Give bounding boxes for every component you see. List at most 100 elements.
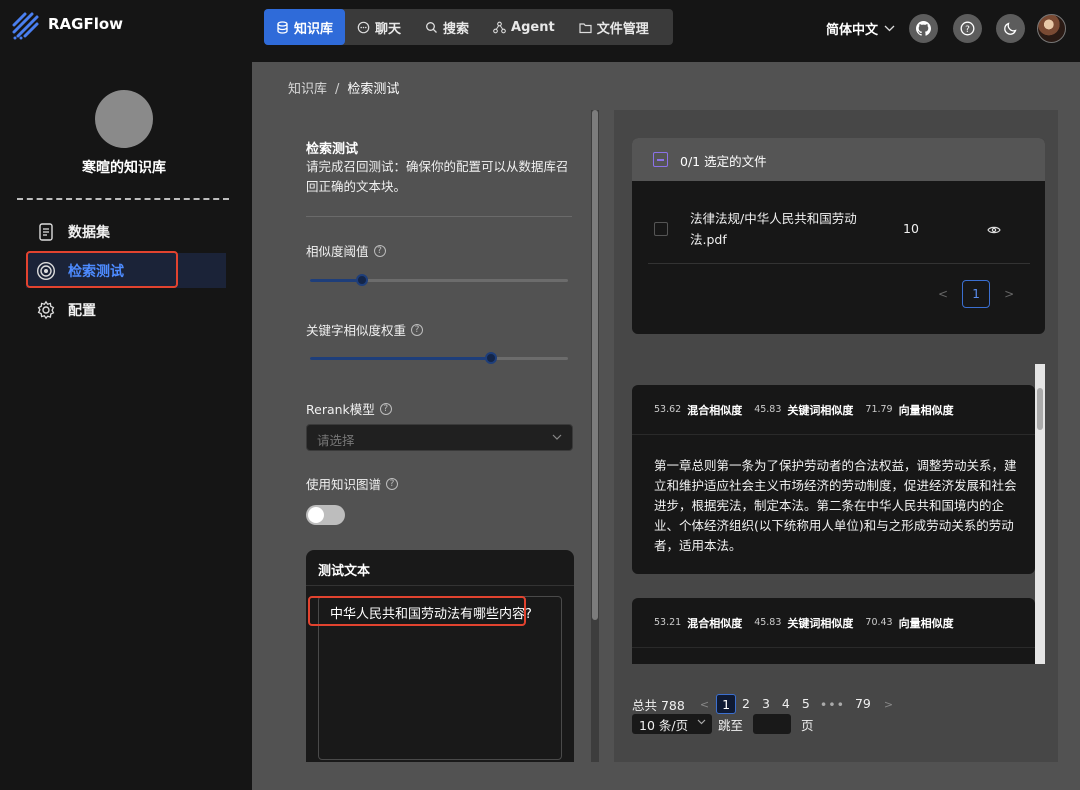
breadcrumb-separator: / (335, 82, 340, 97)
selected-files-card: 0/1 选定的文件 法律法规/中华人民共和国劳动法.pdf 10 < 1 > (632, 138, 1045, 334)
test-text-value: 中华人民共和国劳动法有哪些内容? (330, 607, 532, 622)
nav-search[interactable]: 搜索 (413, 9, 481, 45)
next-page-icon[interactable]: > (884, 698, 893, 711)
next-page-icon[interactable]: > (1004, 287, 1014, 301)
nav-label: Agent (511, 19, 555, 35)
select-placeholder: 请选择 (317, 433, 355, 448)
github-button[interactable] (909, 14, 938, 43)
chat-icon (357, 21, 370, 33)
top-header: RAGFlow 知识库 聊天 搜索 Agent 文件管理 简体中文 ? (0, 0, 1080, 62)
document-icon (39, 222, 53, 241)
select-all-checkbox[interactable] (653, 152, 668, 167)
chunk-text: 第一章总则第一条为了保护劳动者的合法权益，调整劳动关系，建立和维护适应社会主义市… (654, 458, 1017, 553)
theme-toggle-button[interactable] (996, 14, 1025, 43)
total-count: 总共 788 (632, 697, 685, 713)
app-name: RAGFlow (48, 15, 124, 33)
chevron-down-icon (884, 25, 895, 32)
agent-graph-icon (493, 21, 506, 33)
sidebar-divider (17, 198, 229, 200)
sidebar-item-label: 检索测试 (68, 263, 124, 280)
test-text-card: 测试文本 中华人民共和国劳动法有哪些内容? (306, 550, 574, 762)
chevron-down-icon (552, 434, 562, 440)
similarity-threshold-label: 相似度阈值 ? (306, 241, 386, 260)
file-name: 法律法规/中华人民共和国劳动法.pdf (690, 211, 857, 247)
vector-score-label: 向量相似度 (898, 616, 954, 630)
nav-knowledge-base[interactable]: 知识库 (264, 9, 346, 45)
jump-page-input[interactable] (753, 714, 792, 734)
prev-page-icon[interactable]: < (938, 287, 948, 301)
panel-description: 请完成召回测试：确保你的配置可以从数据库召回正确的文本块。 (306, 159, 569, 194)
page-1[interactable]: 1 (716, 694, 737, 714)
knowledge-graph-toggle[interactable] (306, 505, 345, 525)
jump-label: 跳至 (718, 717, 744, 733)
help-icon[interactable]: ? (373, 244, 386, 257)
knowledge-base-name: 寒暄的知识库 (82, 160, 166, 176)
panel-divider (306, 216, 572, 217)
nav-chat[interactable]: 聊天 (345, 9, 413, 45)
help-icon[interactable]: ? (386, 477, 399, 490)
help-icon[interactable]: ? (379, 402, 392, 415)
breadcrumb-current: 检索测试 (347, 82, 400, 97)
nav-agent[interactable]: Agent (481, 9, 567, 45)
prev-page-icon[interactable]: < (700, 698, 709, 711)
svg-text:?: ? (965, 25, 970, 35)
page-2[interactable]: 2 (736, 694, 756, 714)
page-button[interactable]: 1 (962, 280, 991, 308)
sidebar-item-configuration[interactable]: 配置 (26, 292, 226, 327)
sidebar: 寒暄的知识库 数据集 检索测试 配置 (0, 62, 252, 790)
database-icon (277, 20, 288, 34)
help-button[interactable]: ? (953, 14, 982, 43)
hybrid-score: 53.62 (654, 404, 682, 415)
page-size-select[interactable]: 10 条/页 (632, 714, 712, 734)
language-label: 简体中文 (826, 23, 879, 38)
chunk-scores: 53.62 混合相似度 45.83 关键词相似度 71.79 向量相似度 (632, 385, 1035, 435)
page-size-value: 10 条/页 (639, 718, 689, 733)
result-chunk-card[interactable]: 53.62 混合相似度 45.83 关键词相似度 71.79 向量相似度 第一章… (632, 385, 1035, 574)
result-chunk-card[interactable]: 53.21 混合相似度 45.83 关键词相似度 70.43 向量相似度 (632, 598, 1035, 664)
vector-score: 70.43 (865, 617, 893, 628)
sidebar-item-retrieval-testing[interactable]: 检索测试 (26, 253, 226, 288)
page-5[interactable]: 5 (796, 694, 816, 714)
retrieval-settings-panel: 检索测试 请完成召回测试：确保你的配置可以从数据库召回正确的文本块。 相似度阈值… (288, 110, 586, 762)
help-icon[interactable]: ? (411, 323, 424, 336)
language-selector[interactable]: 简体中文 (826, 19, 895, 38)
page-3[interactable]: 3 (756, 694, 776, 714)
field-label-text: 相似度阈值 (306, 244, 369, 259)
similarity-threshold-slider[interactable] (310, 274, 568, 286)
test-text-input[interactable]: 中华人民共和国劳动法有哪些内容? (318, 596, 562, 760)
folder-icon (579, 22, 592, 33)
main-content: 知识库 / 检索测试 检索测试 请完成召回测试：确保你的配置可以从数据库召回正确的文… (252, 62, 1080, 790)
ragflow-logo-icon[interactable] (12, 12, 40, 40)
moon-icon (1004, 22, 1017, 35)
nav-label: 文件管理 (596, 21, 649, 37)
file-hit-count: 10 (903, 221, 919, 236)
hybrid-score: 53.21 (654, 617, 682, 628)
eye-icon[interactable] (987, 225, 1001, 235)
rerank-model-select[interactable]: 请选择 (306, 424, 573, 451)
hybrid-score-label: 混合相似度 (687, 403, 743, 417)
results-scrollbar[interactable] (1035, 364, 1045, 664)
card-divider (306, 585, 574, 586)
page-last[interactable]: 79 (849, 694, 877, 714)
page-ellipsis[interactable]: ••• (820, 697, 845, 712)
settings-scrollbar[interactable] (591, 110, 599, 762)
results-pagination: 总共 788 < 1 2 3 4 5 ••• 79 > (632, 694, 900, 714)
scrollbar-thumb[interactable] (1037, 388, 1043, 430)
sidebar-item-label: 配置 (68, 302, 96, 319)
keyword-weight-slider[interactable] (310, 352, 568, 364)
file-checkbox[interactable] (654, 222, 668, 236)
slider-handle[interactable] (356, 274, 368, 286)
chunk-scores: 53.21 混合相似度 45.83 关键词相似度 70.43 向量相似度 (632, 598, 1035, 648)
selected-files-header: 0/1 选定的文件 (632, 138, 1045, 181)
user-avatar[interactable] (1037, 14, 1066, 43)
sidebar-item-dataset[interactable]: 数据集 (26, 214, 226, 249)
slider-handle[interactable] (485, 352, 497, 364)
scrollbar-thumb[interactable] (592, 110, 598, 620)
breadcrumb-root[interactable]: 知识库 (288, 82, 327, 97)
vector-score-label: 向量相似度 (898, 403, 954, 417)
nav-file-management[interactable]: 文件管理 (567, 9, 661, 45)
nav-label: 搜索 (443, 21, 470, 37)
page-suffix: 页 (801, 717, 814, 733)
field-label-text: 使用知识图谱 (306, 477, 382, 492)
page-4[interactable]: 4 (776, 694, 796, 714)
